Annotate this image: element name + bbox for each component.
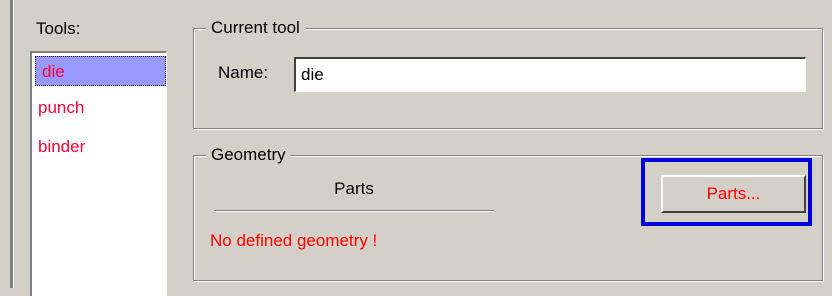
tool-list-item-die[interactable]: die [35, 56, 166, 86]
parts-button[interactable]: Parts... [661, 175, 806, 213]
tool-list-item-punch[interactable]: punch [32, 93, 84, 123]
current-tool-group: Current tool Name: [193, 18, 823, 129]
geometry-group: Geometry Parts No defined geometry ! Par… [193, 145, 823, 281]
tool-list-item-binder[interactable]: binder [32, 132, 85, 162]
no-geometry-message: No defined geometry ! [210, 231, 378, 250]
left-panel-border [10, 0, 14, 288]
name-label: Name: [218, 63, 269, 82]
tool-name-input[interactable] [294, 57, 806, 92]
tool-list[interactable]: die punch binder [30, 51, 167, 296]
current-tool-legend: Current tool [206, 18, 305, 38]
parts-column-header: Parts [334, 179, 374, 198]
parts-divider [214, 210, 494, 212]
geometry-legend: Geometry [206, 145, 291, 165]
tools-label: Tools: [36, 19, 81, 38]
